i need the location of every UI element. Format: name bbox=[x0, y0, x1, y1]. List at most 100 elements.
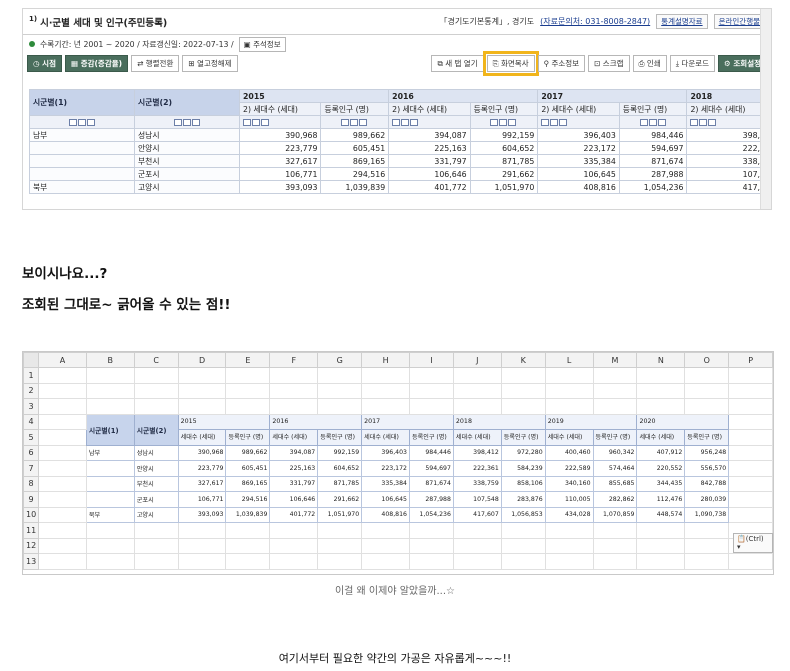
spreadsheet-cell bbox=[225, 537, 271, 554]
row-header[interactable]: 13 bbox=[23, 553, 40, 570]
sort-controls[interactable] bbox=[134, 115, 240, 129]
title-footnote-number: 1) bbox=[29, 15, 38, 24]
unfreeze-columns-button[interactable]: ⊞ 열고정해제 bbox=[182, 54, 238, 72]
spreadsheet-cell bbox=[38, 537, 87, 554]
row-header[interactable]: 12 bbox=[23, 537, 40, 554]
note-info-button[interactable]: ▣ 주석정보 bbox=[238, 36, 286, 52]
cell-value: 106,646 bbox=[269, 491, 319, 508]
spreadsheet-cell bbox=[133, 537, 179, 554]
screen-copy-button[interactable]: ⎘ 화면복사 bbox=[482, 50, 539, 76]
sort-controls[interactable] bbox=[388, 115, 471, 129]
column-header[interactable]: E bbox=[225, 352, 271, 368]
cell-value: 106,771 bbox=[238, 167, 322, 181]
online-publication-button[interactable]: 온라인간행물 bbox=[713, 14, 765, 29]
spreadsheet-cell bbox=[133, 553, 179, 570]
sort-controls[interactable] bbox=[618, 115, 688, 129]
column-header[interactable]: A bbox=[38, 352, 87, 368]
cell-value: 434,028 bbox=[544, 506, 594, 523]
spreadsheet-cell bbox=[728, 444, 773, 461]
sort-controls[interactable] bbox=[686, 115, 769, 129]
timepoint-button[interactable]: ◷ 시점 bbox=[27, 54, 62, 72]
column-header[interactable]: H bbox=[361, 352, 410, 368]
column-header[interactable]: F bbox=[269, 352, 319, 368]
row-header[interactable]: 8 bbox=[23, 475, 40, 492]
cell-value: 984,446 bbox=[618, 128, 688, 142]
cell-value: 225,163 bbox=[388, 141, 471, 155]
stat-description-button[interactable]: 통계설명자료 bbox=[656, 14, 708, 29]
cell-value: 294,516 bbox=[320, 167, 390, 181]
cell-value: 110,005 bbox=[544, 491, 594, 508]
cell-value: 855,685 bbox=[592, 475, 638, 492]
cell-region-1 bbox=[85, 475, 135, 492]
cell-value: 223,779 bbox=[177, 460, 227, 477]
column-header[interactable]: O bbox=[684, 352, 730, 368]
column-header[interactable]: P bbox=[728, 352, 773, 368]
column-header[interactable]: B bbox=[85, 352, 135, 368]
cell-value: 327,617 bbox=[177, 475, 227, 492]
change-rate-button[interactable]: ▦ 증감(증감율) bbox=[64, 54, 129, 72]
column-header[interactable]: L bbox=[544, 352, 594, 368]
column-header[interactable]: I bbox=[409, 352, 454, 368]
cell-value: 1,070,859 bbox=[592, 506, 638, 523]
cell-value: 223,779 bbox=[238, 141, 322, 155]
spreadsheet-row: 4 시군별(1) 시군별(2) 2015 2016 2017 2018 2019 2020 bbox=[23, 413, 773, 446]
header-household: 2) 세대수 (세대) bbox=[537, 102, 620, 116]
column-header[interactable]: D bbox=[177, 352, 227, 368]
cell-value: 1,039,839 bbox=[320, 180, 390, 194]
spreadsheet-cell bbox=[269, 382, 319, 399]
header-region-1[interactable]: 시군별(1) bbox=[29, 89, 135, 116]
new-tab-button[interactable]: ⧉ 새 탭 열기 bbox=[431, 54, 484, 72]
caption-2: 여기서부터 필요한 약간의 가공은 자유롭게~~~!! bbox=[278, 652, 512, 665]
print-button[interactable]: ⎙ 인쇄 bbox=[632, 54, 667, 72]
spreadsheet-cell bbox=[684, 382, 730, 399]
transpose-button[interactable]: ⇄ 행렬전환 bbox=[131, 54, 180, 72]
spreadsheet-cell bbox=[636, 398, 686, 415]
row-header[interactable]: 7 bbox=[23, 460, 40, 477]
spreadsheet-cell bbox=[409, 522, 454, 539]
address-info-button[interactable]: ⚲ 주소정보 bbox=[537, 54, 586, 72]
sort-controls[interactable] bbox=[537, 115, 620, 129]
scrap-button[interactable]: ⊡ 스크랩 bbox=[588, 54, 630, 72]
sort-controls[interactable] bbox=[320, 115, 390, 129]
header-region-2[interactable]: 시군별(2) bbox=[134, 89, 240, 116]
cell-value: 1,054,236 bbox=[409, 506, 454, 523]
vertical-scrollbar[interactable] bbox=[760, 9, 771, 209]
row-header[interactable]: 5 bbox=[23, 429, 40, 446]
sort-controls[interactable] bbox=[469, 115, 539, 129]
paste-options-button[interactable]: 📋(Ctrl) ▾ bbox=[733, 533, 773, 553]
column-header[interactable]: G bbox=[317, 352, 363, 368]
cell-value: 393,093 bbox=[177, 506, 227, 523]
contact-link[interactable]: (자료문의처: 031-8008-2847) bbox=[540, 16, 650, 27]
download-button[interactable]: ⤓ 다운로드 bbox=[669, 54, 716, 72]
row-header[interactable]: 3 bbox=[23, 398, 40, 415]
spreadsheet-cell bbox=[38, 491, 87, 508]
spreadsheet-cell bbox=[728, 398, 773, 415]
spreadsheet-cell bbox=[409, 382, 454, 399]
cell-value: 282,862 bbox=[592, 491, 638, 508]
cell-value: 331,797 bbox=[388, 154, 471, 168]
column-header[interactable]: J bbox=[452, 352, 502, 368]
spreadsheet-cell bbox=[544, 522, 594, 539]
spreadsheet-cell bbox=[177, 553, 227, 570]
row-header[interactable]: 2 bbox=[23, 382, 40, 399]
clipboard-icon: 📋 bbox=[737, 535, 746, 543]
cell-value: 401,772 bbox=[388, 180, 471, 194]
row-header[interactable]: 4 bbox=[23, 413, 40, 430]
cell-value: 393,093 bbox=[238, 180, 322, 194]
row-header[interactable]: 10 bbox=[23, 506, 40, 523]
spreadsheet-row: 8 부천시 327,617 869,165 331,797 871,785 335,384 8… bbox=[23, 475, 773, 492]
sort-controls[interactable] bbox=[29, 115, 135, 129]
sort-controls[interactable] bbox=[238, 115, 322, 129]
column-header[interactable]: N bbox=[636, 352, 686, 368]
row-header[interactable]: 11 bbox=[23, 522, 40, 539]
select-all-corner[interactable] bbox=[23, 352, 40, 368]
row-header[interactable]: 1 bbox=[23, 367, 40, 384]
row-header[interactable]: 6 bbox=[23, 444, 40, 461]
column-header[interactable]: K bbox=[500, 352, 546, 368]
column-header[interactable]: C bbox=[133, 352, 179, 368]
column-header[interactable]: M bbox=[592, 352, 638, 368]
cell-value: 335,384 bbox=[537, 154, 620, 168]
timepoint-label: 시점 bbox=[42, 58, 56, 68]
row-header[interactable]: 9 bbox=[23, 491, 40, 508]
header-household: 2) 세대수 (세대) bbox=[388, 102, 471, 116]
